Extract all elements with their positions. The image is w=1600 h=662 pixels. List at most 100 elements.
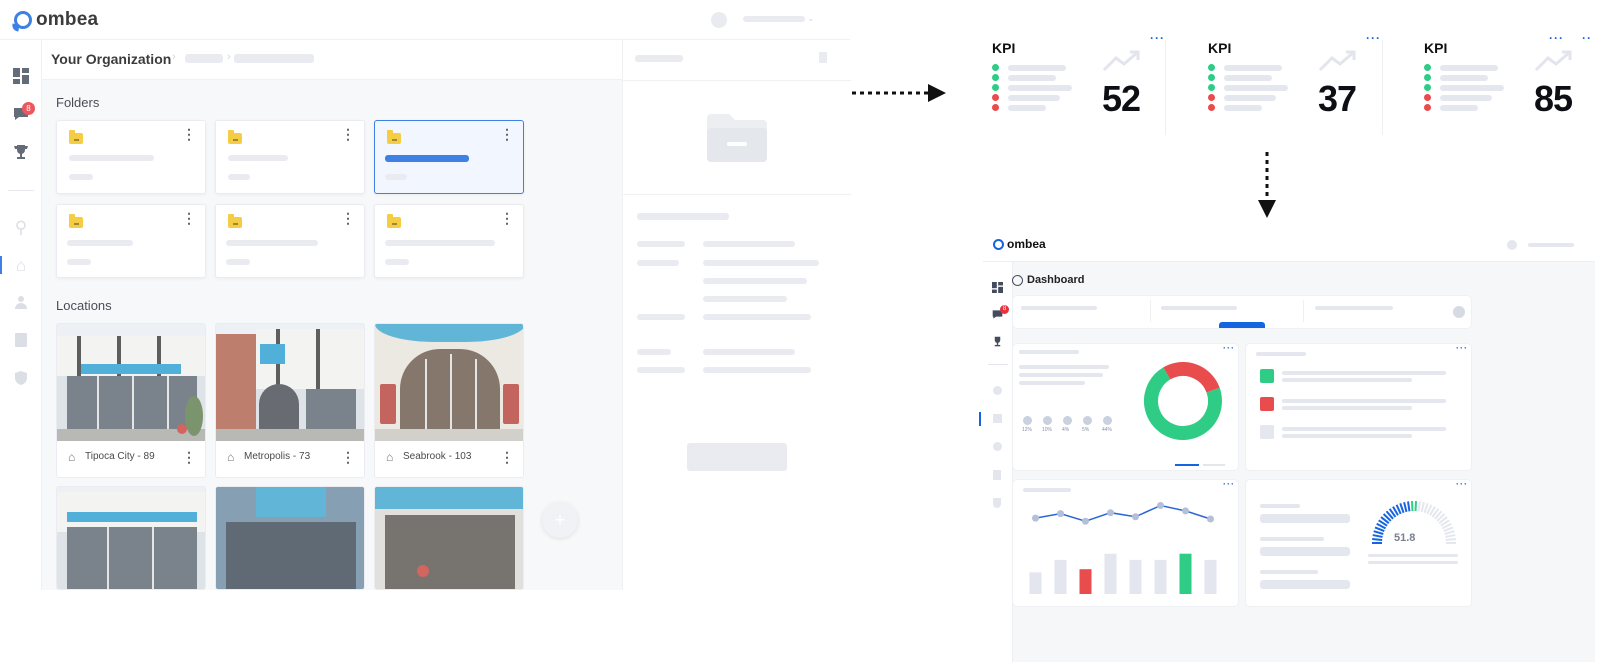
kebab-menu-icon[interactable]: ··· <box>1223 480 1235 489</box>
kebab-menu-icon[interactable]: ⋮ <box>341 450 355 464</box>
legend-label: 44% <box>1102 427 1113 433</box>
folder-card[interactable]: ⋮ <box>215 204 365 278</box>
kebab-menu-icon[interactable]: ⋮ <box>182 127 196 141</box>
folder-card[interactable]: ⋮ <box>215 120 365 194</box>
gauge-value: 51.8 <box>1394 532 1416 544</box>
kebab-menu-icon[interactable]: ··· <box>1549 32 1564 44</box>
donut-chart <box>1144 362 1222 440</box>
kebab-menu-icon[interactable]: ··· <box>1223 344 1235 353</box>
kebab-menu-icon[interactable]: ·· <box>1582 32 1592 44</box>
location-name: Tipoca City - 89 <box>85 451 155 462</box>
kebab-menu-icon[interactable]: ··· <box>1456 344 1468 353</box>
detail-label-placeholder <box>637 241 685 247</box>
trend-point <box>1207 515 1214 523</box>
folder-card[interactable]: ⋮ <box>374 204 524 278</box>
user-icon[interactable] <box>11 294 31 314</box>
brand-name: ombea <box>1007 237 1046 251</box>
tab-placeholder[interactable] <box>1021 306 1097 310</box>
folder-card[interactable]: ⋮ <box>56 120 206 194</box>
shield-icon[interactable] <box>11 370 31 390</box>
folder-meta-placeholder <box>67 259 91 265</box>
dashboard-sidebar: 8 <box>979 262 1013 662</box>
kebab-menu-icon[interactable]: ⋮ <box>500 211 514 225</box>
kebab-menu-icon[interactable]: ⋮ <box>500 450 514 464</box>
detail-value-placeholder <box>703 367 811 373</box>
kebab-menu-icon[interactable]: ··· <box>1150 32 1165 44</box>
breadcrumb-item-placeholder[interactable] <box>185 54 223 63</box>
kpi-value: 37 <box>1318 78 1357 119</box>
legend-label: 10% <box>1042 427 1053 433</box>
card-value-placeholder <box>1260 547 1350 556</box>
trending-up-icon <box>1318 50 1356 72</box>
kpi-card[interactable]: KPI ··· 52 <box>992 30 1197 140</box>
location-card[interactable]: ⌂ Tipoca City - 89 ⋮ <box>56 323 206 478</box>
tab-placeholder[interactable] <box>1315 306 1393 310</box>
breadcrumb-item-placeholder[interactable] <box>234 54 314 63</box>
dashboard-icon[interactable] <box>992 282 1003 293</box>
brand-logo[interactable]: ombea <box>14 9 98 31</box>
detail-heading-placeholder <box>637 213 729 220</box>
kebab-menu-icon[interactable]: ⋮ <box>341 211 355 225</box>
location-photo <box>216 487 364 589</box>
breadcrumb: Your Organization › › <box>42 40 622 80</box>
folder-name-placeholder <box>67 240 133 246</box>
gauge-icon <box>1012 274 1023 286</box>
location-pin-icon[interactable] <box>993 386 1002 395</box>
trend-point <box>1032 514 1039 522</box>
page-title[interactable]: Your Organization <box>51 51 171 67</box>
kebab-menu-icon[interactable]: ⋮ <box>182 211 196 225</box>
user-avatar[interactable] <box>1507 240 1517 250</box>
kebab-menu-icon[interactable]: ⋮ <box>500 127 514 141</box>
user-icon[interactable] <box>993 442 1002 451</box>
carousel-indicator-active[interactable] <box>1175 464 1199 466</box>
location-card[interactable]: ⌂ Metropolis - 73 ⋮ <box>215 323 365 478</box>
status-dot-green <box>1208 84 1215 91</box>
chevron-down-icon[interactable]: ⌄ <box>807 13 815 24</box>
user-name-placeholder[interactable] <box>743 16 805 22</box>
location-pin-icon[interactable]: ⚲ <box>11 218 31 238</box>
user-avatar[interactable] <box>711 12 727 28</box>
user-name-placeholder[interactable] <box>1528 243 1574 247</box>
trash-icon[interactable] <box>819 52 827 63</box>
dashboard-icon[interactable] <box>11 68 31 88</box>
location-card[interactable]: ⌂ Seabrook - 103 ⋮ <box>374 323 524 478</box>
book-icon[interactable] <box>11 332 31 352</box>
book-icon[interactable] <box>993 470 1001 480</box>
status-dot-red <box>1424 94 1431 101</box>
gauge-tick <box>1372 534 1383 538</box>
tab-active-indicator[interactable] <box>1219 322 1265 328</box>
kebab-menu-icon[interactable]: ⋮ <box>182 450 196 464</box>
location-card[interactable] <box>374 486 524 590</box>
folder-meta-placeholder <box>226 259 250 265</box>
status-dot-green <box>992 84 999 91</box>
card-line-placeholder <box>1019 365 1109 369</box>
kebab-menu-icon[interactable]: ··· <box>1366 32 1381 44</box>
dashboard-heading: Dashboard <box>1012 274 1084 286</box>
building-icon[interactable] <box>993 414 1002 423</box>
info-icon[interactable] <box>1453 306 1465 318</box>
kpi-divider <box>1165 40 1166 135</box>
carousel-indicator[interactable] <box>1203 464 1225 466</box>
brand-logo[interactable]: ombea <box>993 237 1046 251</box>
detail-label-placeholder <box>637 367 685 373</box>
location-card[interactable] <box>56 486 206 590</box>
folder-meta-placeholder <box>69 174 93 180</box>
card-line-placeholder <box>1368 561 1458 564</box>
trophy-icon[interactable] <box>11 144 31 164</box>
notification-badge: 8 <box>1000 305 1009 314</box>
folder-card[interactable]: ⋮ <box>56 204 206 278</box>
kpi-card[interactable]: KPI ··· 85 <box>1424 30 1594 140</box>
tab-placeholder[interactable] <box>1161 306 1237 310</box>
card-line-placeholder <box>1282 427 1446 431</box>
add-location-button[interactable]: + <box>542 502 578 538</box>
trophy-icon[interactable] <box>992 336 1003 347</box>
panel-action-button[interactable] <box>687 443 787 471</box>
kebab-menu-icon[interactable]: ··· <box>1456 480 1468 489</box>
location-card[interactable] <box>215 486 365 590</box>
dashboard-tabs <box>1013 296 1471 328</box>
shield-icon[interactable] <box>993 498 1001 508</box>
kpi-title: KPI <box>1208 40 1232 56</box>
building-icon[interactable]: ⌂ <box>11 256 31 276</box>
folder-card-selected[interactable]: ⋮ <box>374 120 524 194</box>
kebab-menu-icon[interactable]: ⋮ <box>341 127 355 141</box>
